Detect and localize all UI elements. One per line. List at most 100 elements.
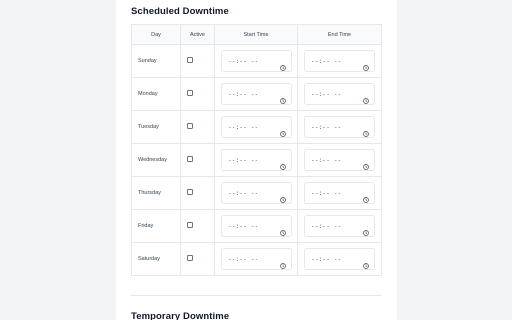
table-row: Friday --:-- -- --:-- -- [131, 209, 382, 243]
start-time-cell: --:-- -- [214, 110, 298, 144]
clock-icon[interactable] [363, 223, 369, 236]
end-time-value: --:-- -- [311, 123, 342, 131]
end-time-value: --:-- -- [311, 156, 342, 164]
active-cell [180, 110, 215, 144]
clock-icon[interactable] [280, 58, 286, 71]
start-time-input[interactable]: --:-- -- [221, 248, 292, 270]
end-time-value: --:-- -- [311, 57, 342, 65]
start-time-value: --:-- -- [228, 123, 259, 131]
clock-icon[interactable] [280, 157, 286, 170]
active-checkbox[interactable] [187, 56, 193, 63]
end-time-input[interactable]: --:-- -- [304, 248, 375, 270]
active-checkbox[interactable] [187, 254, 193, 261]
header-start-time: Start Time [214, 24, 298, 45]
end-time-input[interactable]: --:-- -- [304, 215, 375, 237]
start-time-value: --:-- -- [228, 90, 259, 98]
day-label: Wednesday [138, 157, 167, 163]
day-label: Saturday [138, 256, 161, 262]
day-cell: Saturday [131, 242, 181, 276]
end-time-cell: --:-- -- [297, 77, 382, 111]
active-cell [180, 143, 215, 177]
clock-icon[interactable] [363, 91, 369, 104]
end-time-value: --:-- -- [311, 189, 342, 197]
active-checkbox[interactable] [187, 188, 193, 195]
schedule-table: Day Active Start Time End Time Sunday --:… [131, 24, 382, 276]
clock-icon[interactable] [280, 223, 286, 236]
start-time-input[interactable]: --:-- -- [221, 83, 292, 105]
start-time-cell: --:-- -- [214, 209, 298, 243]
day-cell: Monday [131, 77, 181, 111]
table-header-row: Day Active Start Time End Time [131, 24, 382, 45]
clock-icon[interactable] [363, 190, 369, 203]
day-cell: Wednesday [131, 143, 181, 177]
start-time-value: --:-- -- [228, 222, 259, 230]
end-time-cell: --:-- -- [297, 44, 382, 78]
clock-icon[interactable] [363, 256, 369, 269]
active-checkbox[interactable] [187, 221, 193, 228]
clock-icon[interactable] [280, 256, 286, 269]
day-cell: Friday [131, 209, 181, 243]
start-time-input[interactable]: --:-- -- [221, 149, 292, 171]
start-time-value: --:-- -- [228, 156, 259, 164]
header-active: Active [180, 24, 215, 45]
start-time-input[interactable]: --:-- -- [221, 50, 292, 72]
end-time-value: --:-- -- [311, 222, 342, 230]
table-row: Thursday --:-- -- --:-- -- [131, 176, 382, 210]
active-checkbox[interactable] [187, 155, 193, 162]
scheduled-downtime-title: Scheduled Downtime [131, 6, 229, 17]
day-label: Monday [138, 91, 158, 97]
end-time-input[interactable]: --:-- -- [304, 182, 375, 204]
day-label: Thursday [138, 190, 161, 196]
clock-icon[interactable] [280, 190, 286, 203]
header-day: Day [131, 24, 181, 45]
section-divider [131, 295, 381, 296]
start-time-input[interactable]: --:-- -- [221, 215, 292, 237]
start-time-input[interactable]: --:-- -- [221, 182, 292, 204]
start-time-cell: --:-- -- [214, 176, 298, 210]
day-label: Friday [138, 223, 154, 229]
start-time-value: --:-- -- [228, 189, 259, 197]
clock-icon[interactable] [280, 124, 286, 137]
active-checkbox[interactable] [187, 89, 193, 96]
end-time-value: --:-- -- [311, 255, 342, 263]
table-row: Tuesday --:-- -- --:-- -- [131, 110, 382, 144]
clock-icon[interactable] [363, 157, 369, 170]
day-label: Tuesday [138, 124, 159, 130]
end-time-input[interactable]: --:-- -- [304, 116, 375, 138]
end-time-input[interactable]: --:-- -- [304, 83, 375, 105]
start-time-cell: --:-- -- [214, 242, 298, 276]
end-time-cell: --:-- -- [297, 143, 382, 177]
start-time-cell: --:-- -- [214, 44, 298, 78]
day-label: Sunday [138, 58, 157, 64]
start-time-value: --:-- -- [228, 255, 259, 263]
start-time-cell: --:-- -- [214, 143, 298, 177]
settings-card: Scheduled Downtime Day Active Start Time… [116, 0, 397, 320]
clock-icon[interactable] [280, 91, 286, 104]
start-time-value: --:-- -- [228, 57, 259, 65]
temporary-downtime-title: Temporary Downtime [131, 311, 230, 320]
header-end-time: End Time [297, 24, 382, 45]
day-cell: Sunday [131, 44, 181, 78]
active-cell [180, 77, 215, 111]
end-time-value: --:-- -- [311, 90, 342, 98]
table-row: Saturday --:-- -- --:-- -- [131, 242, 382, 276]
end-time-input[interactable]: --:-- -- [304, 50, 375, 72]
day-cell: Tuesday [131, 110, 181, 144]
table-row: Sunday --:-- -- --:-- -- [131, 44, 382, 78]
start-time-cell: --:-- -- [214, 77, 298, 111]
table-row: Monday --:-- -- --:-- -- [131, 77, 382, 111]
end-time-cell: --:-- -- [297, 209, 382, 243]
clock-icon[interactable] [363, 124, 369, 137]
end-time-cell: --:-- -- [297, 176, 382, 210]
end-time-cell: --:-- -- [297, 110, 382, 144]
end-time-input[interactable]: --:-- -- [304, 149, 375, 171]
start-time-input[interactable]: --:-- -- [221, 116, 292, 138]
day-cell: Thursday [131, 176, 181, 210]
table-row: Wednesday --:-- -- --:-- -- [131, 143, 382, 177]
active-checkbox[interactable] [187, 122, 193, 129]
end-time-cell: --:-- -- [297, 242, 382, 276]
active-cell [180, 209, 215, 243]
clock-icon[interactable] [363, 58, 369, 71]
active-cell [180, 44, 215, 78]
active-cell [180, 242, 215, 276]
